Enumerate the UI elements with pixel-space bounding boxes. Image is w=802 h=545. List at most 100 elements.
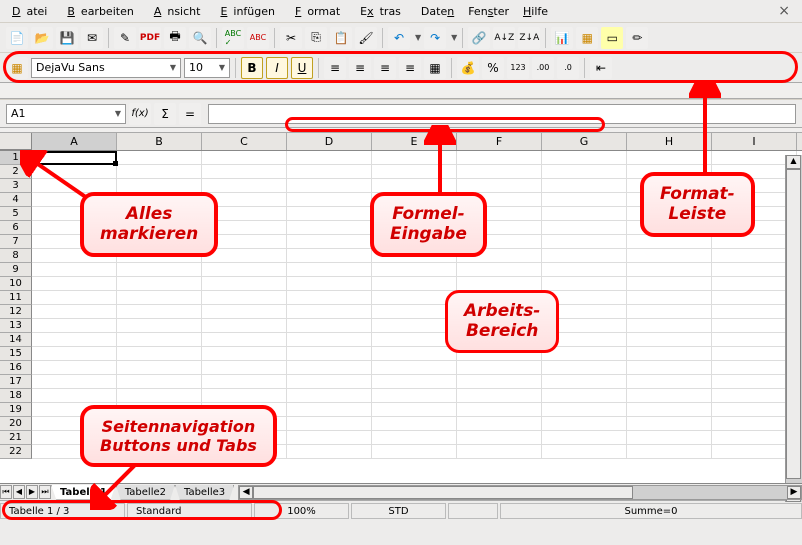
- row-header-9[interactable]: 9: [0, 263, 32, 277]
- align-left-icon[interactable]: ≡: [324, 57, 346, 79]
- cell[interactable]: [627, 347, 712, 361]
- cell[interactable]: [372, 347, 457, 361]
- tab-next-icon[interactable]: ▶: [26, 485, 38, 499]
- cell[interactable]: [372, 445, 457, 459]
- underline-button[interactable]: U: [291, 57, 313, 79]
- preview-icon[interactable]: 🔍: [189, 27, 211, 49]
- hscroll-thumb[interactable]: [253, 486, 633, 499]
- column-header-G[interactable]: G: [542, 133, 627, 150]
- cell[interactable]: [117, 179, 202, 193]
- cell[interactable]: [542, 361, 627, 375]
- edit-icon[interactable]: ✎: [114, 27, 136, 49]
- chart-icon[interactable]: 📊: [551, 27, 573, 49]
- cell[interactable]: [287, 207, 372, 221]
- menu-daten[interactable]: Daten: [415, 3, 460, 20]
- cell[interactable]: [542, 347, 627, 361]
- scroll-up-icon[interactable]: ▲: [786, 155, 801, 169]
- cell[interactable]: [287, 277, 372, 291]
- cell[interactable]: [627, 277, 712, 291]
- menu-ansicht[interactable]: Ansicht: [148, 3, 213, 20]
- cell[interactable]: [542, 389, 627, 403]
- cell[interactable]: [542, 207, 627, 221]
- menu-einfuegen[interactable]: Einfügen: [214, 3, 287, 20]
- cell[interactable]: [372, 389, 457, 403]
- cell[interactable]: [117, 319, 202, 333]
- cell[interactable]: [287, 417, 372, 431]
- cell[interactable]: [287, 389, 372, 403]
- highlight-icon[interactable]: ▭: [601, 27, 623, 49]
- cell[interactable]: [372, 263, 457, 277]
- sheet-tab-3[interactable]: Tabelle3: [175, 485, 234, 500]
- row-header-22[interactable]: 22: [0, 445, 32, 459]
- cell[interactable]: [627, 333, 712, 347]
- cell[interactable]: [542, 431, 627, 445]
- cell[interactable]: [542, 165, 627, 179]
- row-header-12[interactable]: 12: [0, 305, 32, 319]
- bold-button[interactable]: B: [241, 57, 263, 79]
- cell[interactable]: [202, 375, 287, 389]
- cell[interactable]: [457, 445, 542, 459]
- align-right-icon[interactable]: ≡: [374, 57, 396, 79]
- cell[interactable]: [287, 375, 372, 389]
- cell[interactable]: [117, 375, 202, 389]
- cell[interactable]: [457, 389, 542, 403]
- cell[interactable]: [372, 431, 457, 445]
- cell[interactable]: [287, 221, 372, 235]
- cell[interactable]: [287, 193, 372, 207]
- cell[interactable]: [627, 305, 712, 319]
- currency-icon[interactable]: 💰: [457, 57, 479, 79]
- cell[interactable]: [457, 179, 542, 193]
- cell[interactable]: [542, 235, 627, 249]
- menu-fenster[interactable]: Fenster: [462, 3, 515, 20]
- decrease-indent-icon[interactable]: ⇤: [590, 57, 612, 79]
- navigator-icon[interactable]: ▦: [576, 27, 598, 49]
- row-header-15[interactable]: 15: [0, 347, 32, 361]
- column-header-D[interactable]: D: [287, 133, 372, 150]
- cell[interactable]: [542, 417, 627, 431]
- cell[interactable]: [372, 403, 457, 417]
- print-icon[interactable]: 🖶: [164, 27, 186, 49]
- cell[interactable]: [202, 389, 287, 403]
- open-icon[interactable]: 📂: [31, 27, 53, 49]
- cell[interactable]: [627, 445, 712, 459]
- cell[interactable]: [287, 347, 372, 361]
- row-header-20[interactable]: 20: [0, 417, 32, 431]
- cell[interactable]: [117, 165, 202, 179]
- column-header-C[interactable]: C: [202, 133, 287, 150]
- cell[interactable]: [202, 263, 287, 277]
- cell[interactable]: [542, 403, 627, 417]
- cell[interactable]: [117, 151, 202, 165]
- sort-desc-icon[interactable]: Z↓A: [518, 27, 540, 49]
- column-header-B[interactable]: B: [117, 133, 202, 150]
- align-center-icon[interactable]: ≡: [349, 57, 371, 79]
- cell[interactable]: [287, 403, 372, 417]
- cell[interactable]: [457, 165, 542, 179]
- row-header-10[interactable]: 10: [0, 277, 32, 291]
- cell[interactable]: [627, 431, 712, 445]
- cell[interactable]: [457, 431, 542, 445]
- cell[interactable]: [627, 361, 712, 375]
- cell[interactable]: [117, 347, 202, 361]
- vscroll-thumb[interactable]: [786, 169, 801, 479]
- cell[interactable]: [457, 417, 542, 431]
- cell[interactable]: [542, 375, 627, 389]
- redo-icon[interactable]: ↷: [424, 27, 446, 49]
- undo-icon[interactable]: ↶: [388, 27, 410, 49]
- cell[interactable]: [32, 389, 117, 403]
- cell[interactable]: [32, 319, 117, 333]
- save-icon[interactable]: 💾: [56, 27, 78, 49]
- cell[interactable]: [627, 291, 712, 305]
- cell[interactable]: [117, 333, 202, 347]
- brush-icon[interactable]: 🖌: [355, 27, 377, 49]
- menu-bearbeiten[interactable]: Bearbeiten: [61, 3, 145, 20]
- percent-icon[interactable]: %: [482, 57, 504, 79]
- row-header-13[interactable]: 13: [0, 319, 32, 333]
- cell[interactable]: [372, 375, 457, 389]
- column-header-F[interactable]: F: [457, 133, 542, 150]
- row-header-17[interactable]: 17: [0, 375, 32, 389]
- menu-datei[interactable]: Datei: [6, 3, 59, 20]
- cell[interactable]: [457, 277, 542, 291]
- row-header-8[interactable]: 8: [0, 249, 32, 263]
- remove-decimal-icon[interactable]: .0: [557, 57, 579, 79]
- function-wizard-icon[interactable]: f(x): [129, 103, 151, 125]
